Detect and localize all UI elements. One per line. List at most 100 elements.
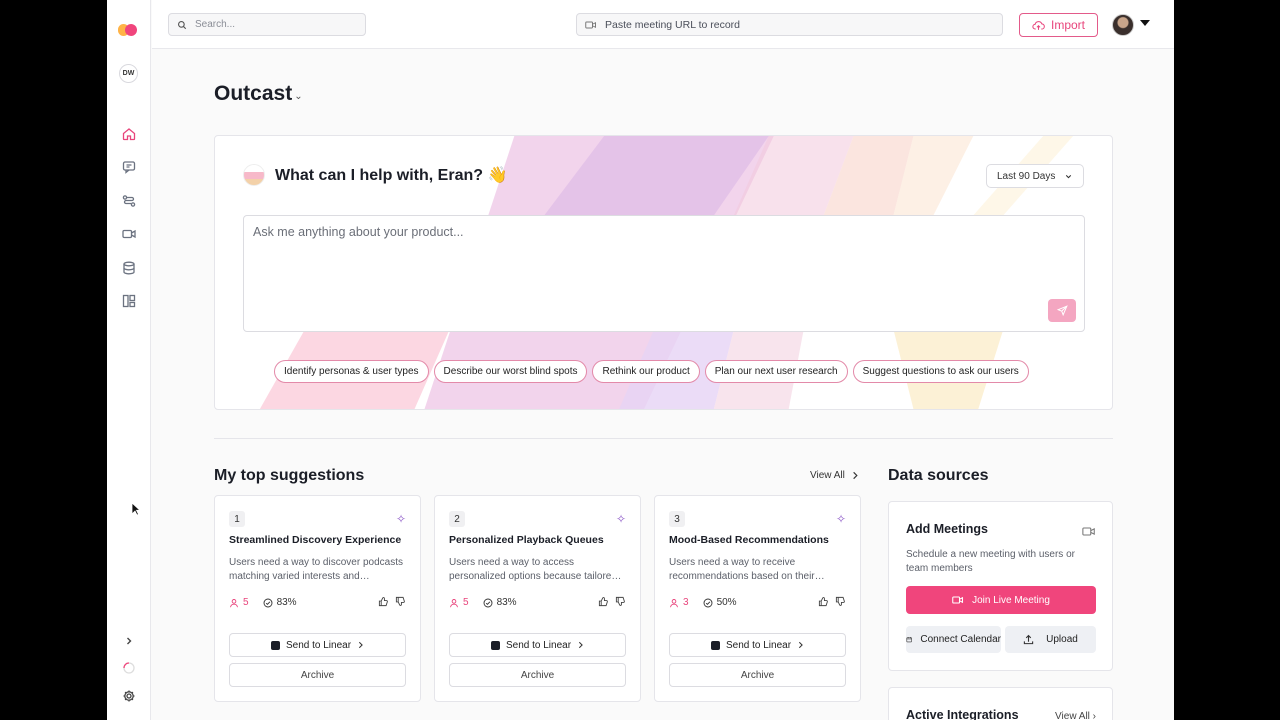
suggestion-desc: Users need a way to discover podcasts ma…	[229, 557, 403, 582]
active-integrations-card: Active Integrations View All ›	[888, 687, 1113, 720]
app-logo[interactable]	[118, 24, 137, 36]
prompt-chip[interactable]: Suggest questions to ask our users	[852, 360, 1029, 383]
add-meetings-card: Add Meetings Schedule a new meeting with…	[888, 501, 1113, 671]
confidence: 50%	[703, 597, 737, 608]
send-to-linear-button[interactable]: Send to Linear	[449, 633, 626, 657]
date-range-label: Last 90 Days	[997, 170, 1056, 182]
user-icon	[450, 598, 458, 607]
user-avatar[interactable]	[1112, 14, 1134, 36]
gear-icon[interactable]	[121, 688, 137, 704]
suggestion-rank: 3	[669, 511, 685, 527]
calendar-icon	[906, 636, 912, 643]
send-to-linear-label: Send to Linear	[725, 639, 792, 651]
greeting-text: What can I help with, Eran? 👋	[275, 167, 508, 184]
sidebar: DW	[107, 0, 151, 720]
user-count: 5	[229, 597, 249, 608]
chevron-right-icon[interactable]	[121, 633, 137, 649]
sparkle-icon: ✧	[615, 512, 626, 526]
upload-button[interactable]: Upload	[1005, 626, 1096, 653]
upload-icon	[1023, 634, 1034, 645]
video-icon[interactable]	[121, 226, 137, 242]
thumbs-down-icon[interactable]	[835, 596, 846, 607]
connect-calendar-label: Connect Calendar	[920, 634, 1001, 645]
user-count-value: 5	[463, 597, 469, 608]
user-count-value: 3	[683, 597, 689, 608]
confidence: 83%	[263, 597, 297, 608]
send-to-linear-button[interactable]: Send to Linear	[669, 633, 846, 657]
loading-icon	[121, 660, 137, 676]
assistant-card: What can I help with, Eran? 👋 Last 90 Da…	[214, 135, 1113, 410]
data-sources-title: Data sources	[888, 467, 989, 484]
mouse-cursor-icon	[131, 502, 140, 516]
suggestion-card[interactable]: 1 ✧ Streamlined Discovery Experience Use…	[214, 495, 421, 702]
user-count-value: 5	[243, 597, 249, 608]
suggestion-title: Streamlined Discovery Experience	[229, 534, 402, 546]
suggestion-desc: Users need a way to access personalized …	[449, 557, 622, 582]
search-icon	[178, 20, 187, 29]
linear-icon	[490, 640, 500, 650]
search-input[interactable]	[195, 19, 345, 30]
prompt-input[interactable]	[244, 216, 1084, 331]
thumbs-down-icon[interactable]	[395, 596, 406, 607]
suggestion-desc: Users need a way to receive recommendati…	[669, 557, 825, 582]
send-icon	[1056, 305, 1068, 316]
meeting-url-box[interactable]	[576, 13, 1003, 36]
active-integrations-title: Active Integrations	[906, 708, 1019, 720]
check-circle-icon	[703, 598, 713, 607]
join-live-meeting-label: Join Live Meeting	[972, 594, 1050, 606]
caret-down-icon[interactable]	[1140, 20, 1150, 26]
workspace-avatar[interactable]: DW	[119, 64, 138, 83]
database-icon[interactable]	[121, 260, 137, 276]
cloud-upload-icon	[1032, 20, 1045, 30]
suggestion-card[interactable]: 2 ✧ Personalized Playback Queues Users n…	[434, 495, 641, 702]
prompt-chip[interactable]: Identify personas & user types	[274, 360, 429, 383]
check-circle-icon	[263, 598, 273, 607]
connect-calendar-button[interactable]: Connect Calendar	[906, 626, 1001, 653]
thumbs-down-icon[interactable]	[615, 596, 626, 607]
upload-label: Upload	[1046, 634, 1078, 645]
send-button[interactable]	[1048, 299, 1076, 322]
add-meetings-title: Add Meetings	[906, 522, 988, 536]
integrations-view-all[interactable]: View All ›	[1055, 711, 1096, 720]
thumbs-up-icon[interactable]	[598, 596, 609, 607]
vote-buttons	[378, 596, 406, 607]
confidence-value: 83%	[496, 597, 517, 608]
join-live-meeting-button[interactable]: Join Live Meeting	[906, 586, 1096, 614]
sparkle-icon: ✧	[395, 512, 406, 526]
chevron-right-icon	[578, 641, 583, 649]
chat-icon[interactable]	[121, 159, 137, 175]
app-window: DW Search... Paste meeting URL to record…	[107, 0, 1174, 720]
page-title[interactable]: Outcast ⌄	[214, 82, 303, 106]
confidence-value: 83%	[276, 597, 297, 608]
add-meetings-desc: Schedule a new meeting with users or tea…	[906, 549, 1075, 574]
suggestion-rank: 1	[229, 511, 245, 527]
suggestion-card[interactable]: 3 ✧ Mood-Based Recommendations Users nee…	[654, 495, 861, 702]
date-range-select[interactable]: Last 90 Days	[986, 164, 1084, 188]
vote-buttons	[598, 596, 626, 607]
archive-button[interactable]: Archive	[669, 663, 846, 687]
sparkle-icon: ✧	[835, 512, 846, 526]
archive-button[interactable]: Archive	[229, 663, 406, 687]
linear-icon	[270, 640, 280, 650]
suggestion-stats: 5 83%	[229, 597, 297, 608]
workflow-icon[interactable]	[121, 193, 137, 209]
search-box[interactable]	[168, 13, 366, 36]
archive-button[interactable]: Archive	[449, 663, 626, 687]
prompt-chip[interactable]: Rethink our product	[592, 360, 700, 383]
top-bar: Import	[152, 0, 1174, 49]
thumbs-up-icon[interactable]	[818, 596, 829, 607]
chevron-right-icon	[798, 641, 803, 649]
import-button[interactable]: Import	[1019, 13, 1098, 37]
suggestion-stats: 3 50%	[669, 597, 737, 608]
home-icon[interactable]	[121, 126, 137, 142]
user-count: 3	[669, 597, 689, 608]
meeting-url-input[interactable]	[605, 18, 985, 31]
suggestions-view-all[interactable]: View All	[810, 470, 859, 481]
thumbs-up-icon[interactable]	[378, 596, 389, 607]
user-icon	[670, 598, 678, 607]
prompt-chip[interactable]: Describe our worst blind spots	[433, 360, 588, 383]
suggested-prompts: Identify personas & user types Describe …	[274, 360, 1029, 383]
send-to-linear-button[interactable]: Send to Linear	[229, 633, 406, 657]
prompt-chip[interactable]: Plan our next user research	[704, 360, 848, 383]
board-icon[interactable]	[121, 293, 137, 309]
